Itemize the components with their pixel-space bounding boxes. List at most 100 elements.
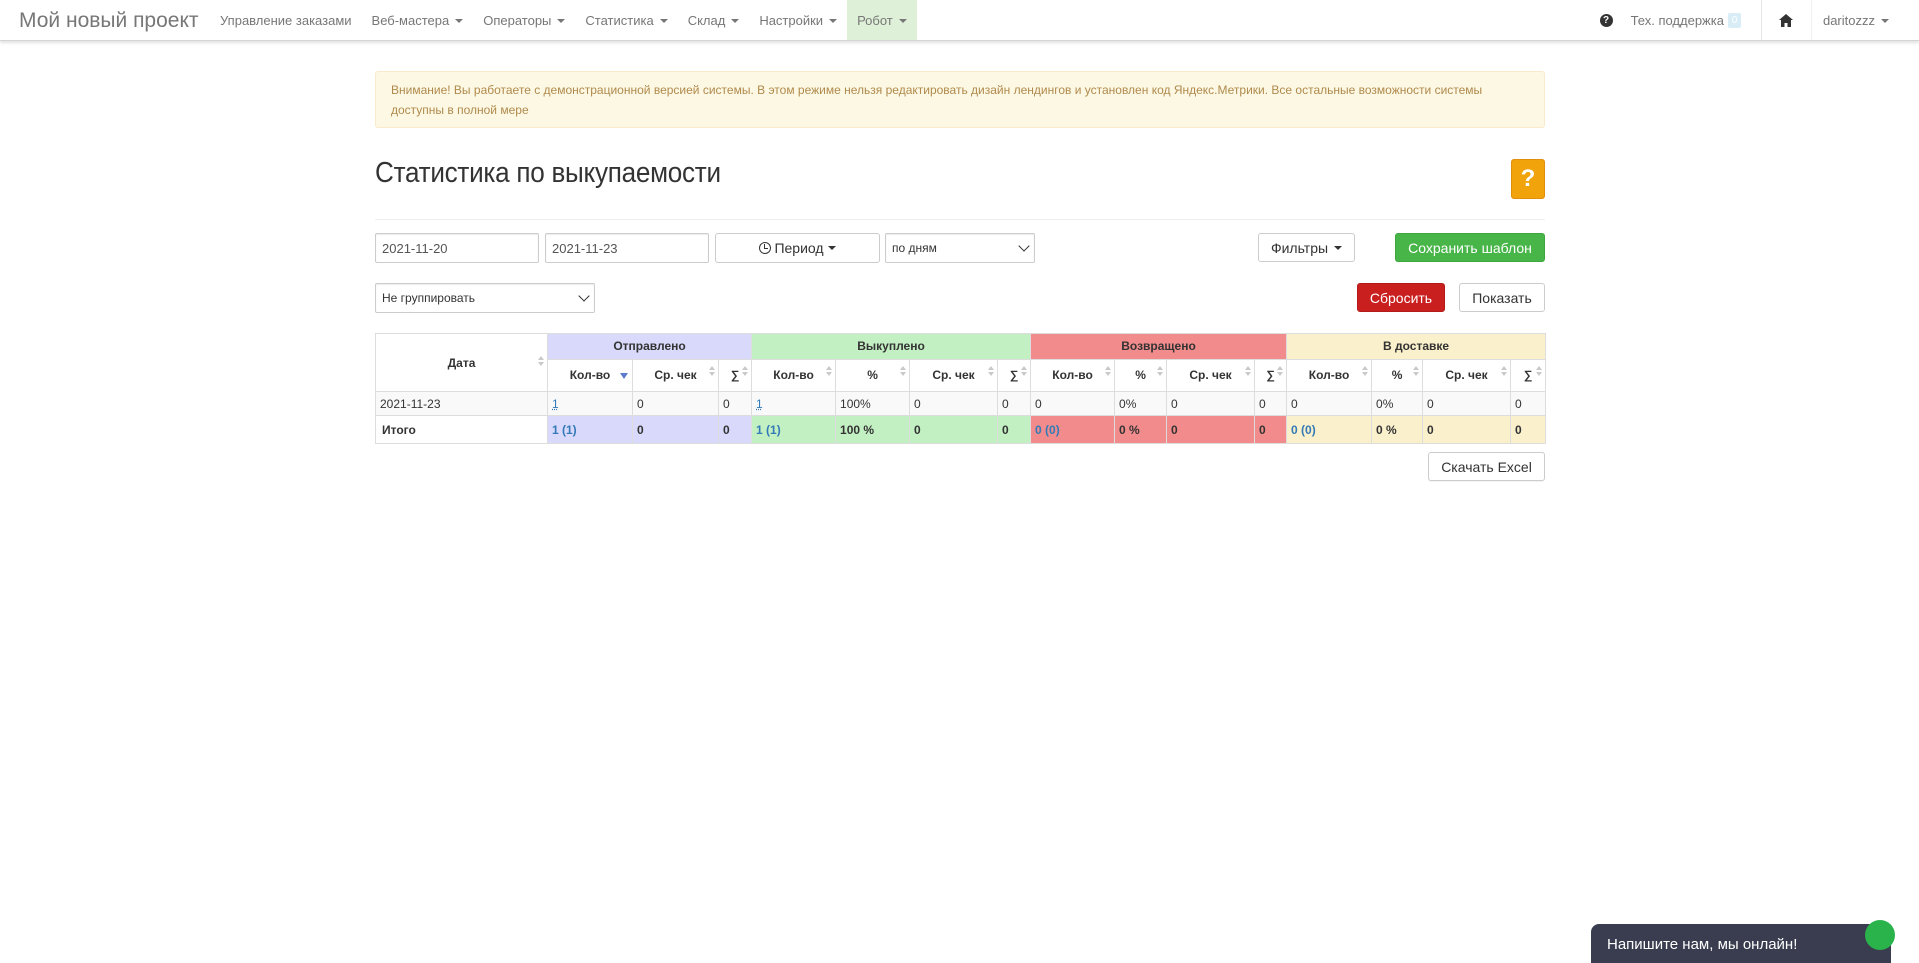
sort-icon — [1413, 365, 1420, 378]
nav-warehouse-label: Склад — [687, 12, 726, 28]
col-label: ∑ — [1266, 368, 1275, 383]
col-bought-qty[interactable]: Кол-во — [751, 358, 837, 393]
interval-value: по дням — [892, 241, 937, 255]
nav-warehouse[interactable]: Склад — [678, 0, 750, 40]
col-returned-avg[interactable]: Ср. чек — [1166, 358, 1256, 393]
show-button[interactable]: Показать — [1459, 283, 1545, 312]
col-delivery-sum[interactable]: ∑ — [1510, 358, 1547, 393]
nav-statistics-label: Статистика — [585, 12, 654, 28]
sent-qty-link[interactable]: 1 — [552, 397, 559, 411]
date-from-input[interactable]: 2021-11-20 — [375, 233, 539, 263]
total-returned-qty-link[interactable]: 0 (0) — [1035, 423, 1060, 437]
sort-icon — [1501, 365, 1508, 378]
grouping-select[interactable]: Не группировать — [375, 283, 595, 313]
support-link[interactable]: Тех. поддержка 0 — [1631, 0, 1762, 40]
sort-icon — [1536, 365, 1543, 378]
brand-link[interactable]: Мой новый проект — [19, 9, 199, 33]
col-returned-sum[interactable]: ∑ — [1254, 358, 1288, 393]
caret-down-icon — [898, 18, 907, 23]
filters-button[interactable]: Фильтры — [1258, 233, 1355, 262]
col-label: Ср. чек — [654, 368, 697, 383]
total-bought-qty: 1 (1) — [751, 415, 837, 444]
cell-sent-qty: 1 — [547, 391, 633, 416]
total-bought-avg: 0 — [909, 415, 999, 444]
col-returned-qty[interactable]: Кол-во — [1030, 358, 1116, 393]
chat-widget[interactable]: Напишите нам, мы онлайн! — [1591, 920, 1895, 963]
nav-settings[interactable]: Настройки — [749, 0, 847, 40]
nav-webmasters-label: Веб-мастера — [371, 12, 450, 28]
col-label: % — [1391, 368, 1403, 383]
question-circle-icon[interactable]: ? — [1599, 13, 1613, 27]
nav-settings-label: Настройки — [759, 12, 824, 28]
col-label: ∑ — [1009, 368, 1019, 383]
bought-qty-link[interactable]: 1 — [756, 397, 763, 411]
group-header-returned: Возвращено — [1030, 333, 1288, 360]
nav-operators-label: Операторы — [483, 12, 552, 28]
clock-icon — [759, 242, 772, 254]
group-header-delivery: В доставке — [1286, 333, 1547, 360]
total-bought-pct: 100 % — [835, 415, 911, 444]
col-returned-pct[interactable]: % — [1114, 358, 1168, 393]
col-sent-qty[interactable]: Кол-во — [547, 358, 633, 393]
col-label: ∑ — [730, 368, 740, 383]
caret-down-icon — [731, 18, 740, 23]
total-delivery-qty-link[interactable]: 0 (0) — [1291, 423, 1316, 437]
sort-icon — [709, 365, 715, 378]
col-bought-sum[interactable]: ∑ — [997, 358, 1032, 393]
nav-right: ? Тех. поддержка 0 daritozzz — [1599, 0, 1919, 40]
sort-icon — [1362, 365, 1369, 378]
total-sent-qty-link[interactable]: 1 (1) — [552, 423, 577, 437]
sort-icon — [538, 356, 544, 368]
sort-icon — [742, 365, 749, 378]
caret-down-icon — [557, 18, 566, 23]
cell-sent-avg: 0 — [632, 391, 719, 416]
total-bought-qty-link[interactable]: 1 (1) — [756, 423, 781, 437]
col-label: Кол-во — [1308, 368, 1350, 383]
sort-icon — [900, 365, 907, 378]
date-header[interactable]: Дата — [375, 333, 548, 392]
demo-alert: Внимание! Вы работаете с демонстрационно… — [375, 71, 1545, 128]
save-template-button[interactable]: Сохранить шаблон — [1395, 233, 1545, 262]
reset-button[interactable]: Сбросить — [1357, 283, 1445, 312]
total-sent-sum: 0 — [717, 415, 753, 444]
nav-robot[interactable]: Робот — [847, 0, 917, 40]
total-delivery-sum: 0 — [1510, 415, 1547, 444]
col-delivery-qty[interactable]: Кол-во — [1286, 358, 1373, 393]
top-navbar: Мой новый проект Управление заказами Веб… — [0, 0, 1919, 41]
period-button[interactable]: Период — [715, 233, 880, 263]
total-delivery-avg: 0 — [1422, 415, 1512, 444]
cell-delivery-sum: 0 — [1510, 391, 1547, 416]
support-label: Тех. поддержка — [1630, 12, 1724, 28]
col-label: Ср. чек — [1189, 368, 1232, 383]
caret-down-icon — [1881, 18, 1889, 23]
chat-label: Напишите нам, мы онлайн! — [1607, 936, 1798, 953]
stats-table: Дата Отправлено Выкуплено Возвращено В д… — [375, 333, 1547, 444]
cell-returned-sum: 0 — [1254, 391, 1288, 416]
home-link[interactable] — [1762, 0, 1812, 40]
home-icon — [1779, 13, 1794, 27]
col-delivery-avg[interactable]: Ср. чек — [1422, 358, 1512, 393]
help-button[interactable]: ? — [1511, 159, 1545, 199]
col-bought-avg[interactable]: Ср. чек — [909, 358, 999, 393]
download-excel-button[interactable]: Скачать Excel — [1428, 452, 1545, 481]
user-menu[interactable]: daritozzz — [1812, 13, 1919, 28]
interval-select[interactable]: по дням — [885, 233, 1035, 263]
col-sent-avg[interactable]: Ср. чек — [632, 358, 719, 393]
col-delivery-pct[interactable]: % — [1371, 358, 1424, 393]
page-title: Статистика по выкупаемости — [375, 157, 721, 189]
total-label: Итого — [375, 415, 548, 444]
nav-orders[interactable]: Управление заказами — [210, 0, 362, 40]
date-header-label: Дата — [447, 355, 476, 370]
col-sent-sum[interactable]: ∑ — [717, 358, 753, 393]
nav-statistics[interactable]: Статистика — [575, 0, 677, 40]
nav-operators[interactable]: Операторы — [473, 0, 575, 40]
date-to-input[interactable]: 2021-11-23 — [545, 233, 709, 263]
sort-icon — [1277, 365, 1284, 378]
caret-down-icon — [455, 18, 464, 23]
nav-robot-label: Робот — [857, 12, 893, 28]
nav-webmasters[interactable]: Веб-мастера — [362, 0, 474, 40]
col-label: % — [1135, 368, 1146, 383]
main-nav: Управление заказами Веб-мастера Оператор… — [210, 0, 917, 41]
col-bought-pct[interactable]: % — [835, 358, 911, 393]
chevron-down-icon — [578, 290, 590, 302]
